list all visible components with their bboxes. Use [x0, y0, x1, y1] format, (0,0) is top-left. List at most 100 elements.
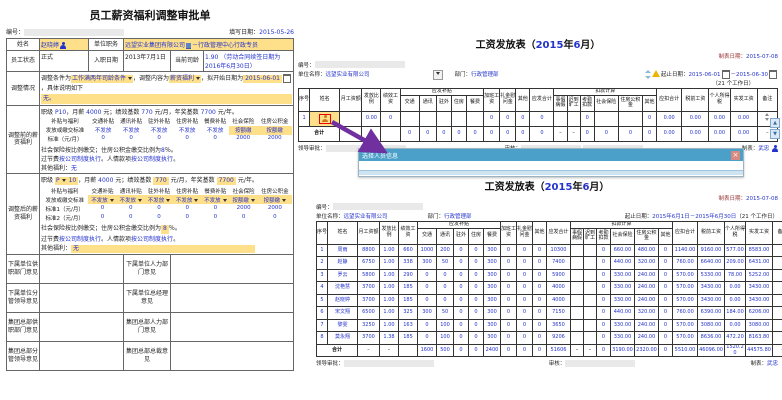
other-value: 无: [71, 165, 77, 172]
dept-value[interactable]: 行政管理部: [471, 70, 499, 78]
subsidy-select[interactable]: 不发放: [145, 195, 173, 204]
cell: 0: [437, 282, 454, 295]
subsidy-select[interactable]: 不发放: [173, 195, 201, 204]
approve-input[interactable]: [344, 360, 434, 367]
subsidy-select[interactable]: 按额缴: [230, 195, 258, 204]
opinion-area[interactable]: [40, 284, 124, 313]
after-other-input[interactable]: 无: [71, 245, 255, 253]
person-picker-icon[interactable]: [60, 42, 66, 49]
sheet-no-input[interactable]: [333, 203, 423, 210]
adjust-note-input[interactable]: 无。: [41, 94, 292, 104]
table-row: 4沈艳慧37001.00185000030000040000330.00240.…: [317, 282, 782, 295]
scroll-up-icon[interactable]: ▲: [770, 118, 780, 128]
subsidy-header: 通讯补贴: [117, 186, 145, 195]
cell: 0: [643, 111, 657, 126]
scroll-down-icon[interactable]: ▼: [770, 129, 780, 139]
adjust-content: 调整条件为工作满两年司龄条件，调整内容为薪资福利，拟开始日期为2015-06-0…: [40, 72, 294, 106]
after-grade-num-input[interactable]: 10: [67, 177, 79, 185]
opinion-area[interactable]: [40, 342, 124, 371]
subsidy-value: 0: [173, 204, 201, 213]
opinion-area[interactable]: [171, 342, 294, 371]
cell: 325: [399, 307, 418, 320]
popup-close-button[interactable]: ×: [731, 151, 740, 160]
after-grade-select[interactable]: P: [55, 177, 67, 185]
range-start-input[interactable]: 2015-06-01: [689, 72, 721, 78]
cell: [773, 257, 782, 270]
person-icon[interactable]: [772, 145, 778, 152]
opinion-area[interactable]: [171, 255, 294, 284]
cell: 0: [659, 282, 673, 295]
cell: 0: [437, 294, 454, 307]
range-end-input[interactable]: 2015-06-30: [736, 72, 768, 78]
subsidy-row: 标准（元/月）0000020002000: [41, 135, 292, 144]
adjust-content-select[interactable]: 薪资福利: [169, 75, 201, 83]
cell: 185: [399, 282, 418, 295]
subsidy-select[interactable]: 按额缴: [258, 195, 292, 204]
tenure-number: 1.90: [205, 54, 218, 61]
opinion-area[interactable]: [171, 313, 294, 342]
popup-titlebar[interactable]: 选择人员信息 ×: [359, 149, 743, 161]
cell: 51606: [547, 344, 571, 357]
opinion-area[interactable]: [40, 313, 124, 342]
after-perf-input[interactable]: 770: [153, 177, 168, 185]
fest-value2: 按公司制度执行: [131, 236, 173, 243]
cell: 0: [501, 307, 517, 320]
dept-value: 行政管理部: [444, 212, 472, 220]
cell: [594, 111, 618, 126]
cell: 4: [317, 282, 328, 295]
column-header: 发放比例: [362, 89, 381, 112]
position-field[interactable]: 远望实业集团有限公司－行政管理中心行政专员: [124, 39, 294, 51]
calendar-icon[interactable]: [722, 70, 730, 79]
cell: 0: [597, 282, 611, 295]
form-title: 员工薪资福利调整审批单: [6, 4, 294, 27]
unit-dropdown-button[interactable]: [433, 70, 443, 80]
after-content: 职级 P10，月薪 4000 元；绩效基数 770 元/月，年奖基数 7700 …: [40, 173, 294, 254]
calendar-icon[interactable]: [283, 74, 291, 83]
review-input[interactable]: [565, 360, 635, 367]
cell: 240.00: [635, 294, 659, 307]
subsidy-value: 0: [117, 135, 145, 144]
cell: 1000: [418, 244, 437, 257]
cell: 0: [454, 269, 469, 282]
column-header: 社会保险: [611, 228, 635, 244]
subsidy-select[interactable]: 不发放: [201, 195, 229, 204]
cell: 0: [597, 269, 611, 282]
subsidy-header: 交通补贴: [88, 186, 116, 195]
after-line1: 职级 P10，月薪 4000 元；绩效基数 770 元/月，年奖基数 7700 …: [41, 175, 292, 185]
start-date-input[interactable]: 2015-06-01: [243, 75, 282, 83]
subsidy-select[interactable]: 不发放: [88, 195, 116, 204]
calendar-icon[interactable]: [769, 70, 777, 79]
cell: 0: [454, 294, 469, 307]
subsidy-value: 2000: [229, 135, 257, 144]
form-no-input[interactable]: [24, 29, 124, 36]
salary-unit: 元；绩效基数: [115, 177, 151, 184]
name-field[interactable]: 赵晓婷: [40, 39, 89, 51]
unit-select-value[interactable]: 远望实业有限公司: [326, 70, 370, 78]
cell: 0: [618, 126, 642, 141]
column-header: 住房公积金: [635, 228, 659, 244]
adjust-text3: ，拟开始日期为: [201, 75, 243, 82]
cell: [400, 111, 419, 126]
title-text: 工资发放表（: [485, 182, 545, 193]
after-bonus-input[interactable]: 7700: [217, 177, 236, 185]
opinion-label: 下属单位供职部门意见: [7, 255, 40, 284]
sheet-no-input[interactable]: [315, 61, 405, 68]
column-header: 考勤扣款: [597, 228, 611, 244]
cell: 300: [484, 332, 501, 345]
made-date-label: 制表日期：: [719, 196, 747, 202]
cell: [571, 294, 584, 307]
cell: 0: [597, 344, 611, 357]
position-rest: －行政管理中心行政专员: [192, 42, 258, 49]
si-rate-input[interactable]: 8: [161, 225, 169, 233]
adjust-condition-select[interactable]: 工作满两年司龄条件: [71, 75, 133, 83]
opinion-area[interactable]: [40, 255, 124, 284]
column-header: 住房公积金: [618, 95, 642, 111]
vertical-scrollbar[interactable]: ▲▼: [770, 118, 779, 140]
cell: [419, 111, 436, 126]
before-line1: 职级 P10，月薪 4000 元；绩效基数 770 元/月，年奖基数 7700 …: [41, 107, 292, 116]
cell: 0: [517, 257, 533, 270]
opinion-area[interactable]: [171, 284, 294, 313]
spinner-updown-icon[interactable]: [645, 70, 651, 79]
cell: –: [380, 344, 399, 357]
subsidy-select[interactable]: 不发放: [117, 195, 145, 204]
